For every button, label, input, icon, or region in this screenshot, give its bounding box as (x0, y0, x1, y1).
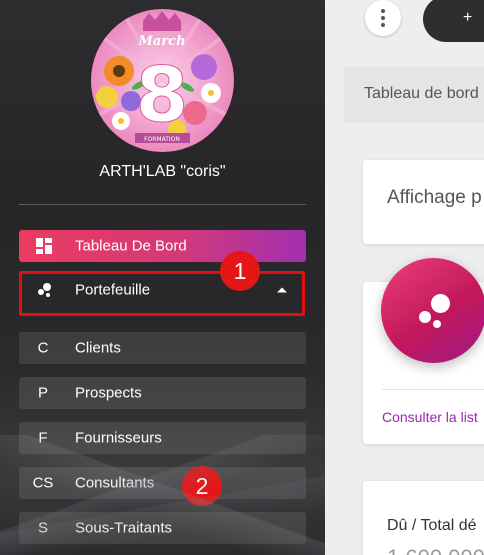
sub-item-consultants[interactable]: CS Consultants (19, 467, 306, 499)
svg-text:FORMATION: FORMATION (144, 136, 180, 143)
card-divider (382, 389, 484, 390)
dashboard-icon (36, 238, 52, 254)
view-list-link[interactable]: Consulter la list (382, 409, 478, 425)
annotation-badge-2: 2 (182, 466, 222, 506)
display-card-title: Affichage p (387, 187, 482, 208)
breadcrumb: Tableau de bord (344, 66, 484, 122)
sub-item-label: Prospects (75, 384, 142, 402)
sub-item-abbr: P (37, 384, 48, 402)
annotation-badge-1: 1 (220, 251, 260, 291)
sub-item-clients[interactable]: C Clients (19, 332, 306, 364)
bubble-dot (433, 320, 441, 328)
sub-item-label: Fournisseurs (75, 429, 162, 447)
more-vert-icon-dot (381, 23, 385, 27)
sub-item-label: Clients (75, 339, 121, 357)
brand-name: ARTH'LAB "coris" (99, 163, 226, 180)
add-button[interactable]: + (423, 0, 484, 42)
sidebar: March 8 FORMATION ARTH'LAB "coris" Table… (0, 0, 325, 555)
due-card-value: 1 600 000 (387, 545, 484, 555)
more-vert-icon (381, 9, 385, 13)
due-card: Dû / Total dé 1 600 000 (363, 481, 484, 555)
bubble-dot (419, 311, 431, 323)
due-card-title: Dû / Total dé (387, 517, 477, 534)
sub-item-abbr: S (37, 519, 48, 537)
sub-item-label: Consultants (75, 474, 155, 492)
more-vert-icon-dot (381, 16, 385, 20)
sub-item-sous-traitants[interactable]: S Sous-Traitants (19, 512, 306, 544)
nav-dashboard[interactable]: Tableau De Bord (19, 230, 306, 262)
sub-item-abbr: F (38, 429, 48, 447)
more-options-button[interactable] (365, 0, 401, 36)
sub-item-label: Sous-Traitants (75, 519, 172, 537)
sub-item-abbr: C (37, 339, 49, 357)
sidebar-divider (19, 204, 306, 205)
svg-text:March: March (137, 34, 185, 49)
annotation-highlight-box (19, 271, 305, 316)
avatar[interactable]: March 8 FORMATION (91, 9, 234, 152)
display-card: Affichage p (363, 160, 484, 244)
sub-item-prospects[interactable]: P Prospects (19, 377, 306, 409)
sub-item-abbr: CS (32, 474, 54, 492)
portfolio-bubbles-icon (381, 258, 484, 363)
svg-text:8: 8 (136, 50, 189, 139)
sub-item-fournisseurs[interactable]: F Fournisseurs (19, 422, 306, 454)
nav-dashboard-label: Tableau De Bord (75, 237, 187, 255)
bubble-dot (431, 294, 450, 313)
march-8-logo-icon: March 8 FORMATION (91, 9, 234, 152)
